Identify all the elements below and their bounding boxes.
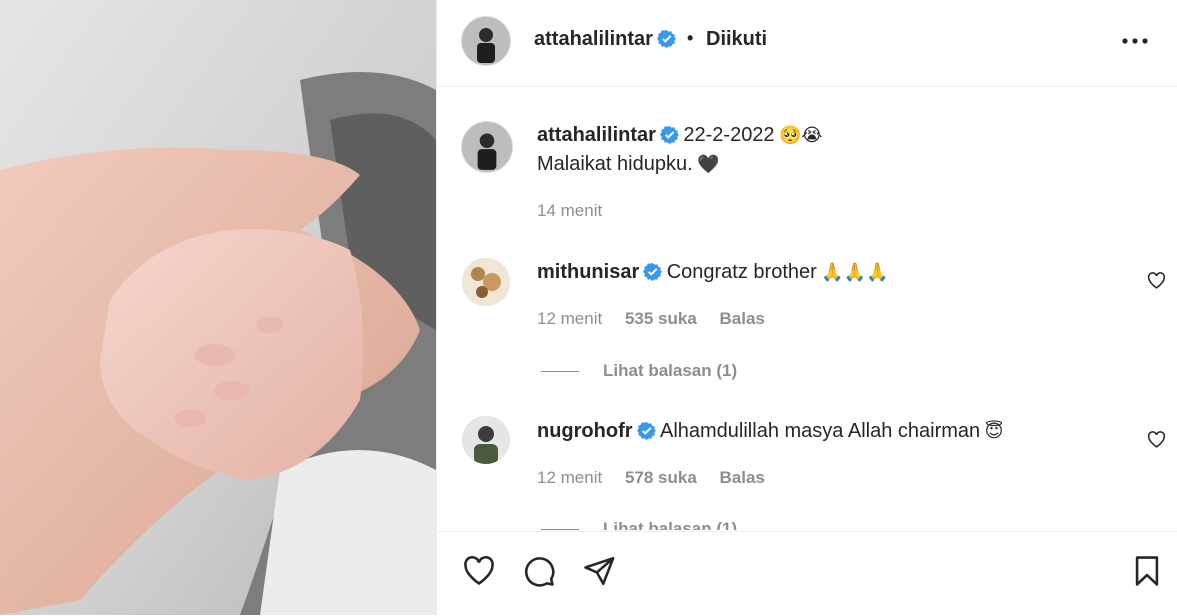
comment-line: mithunisar Congratz brother 🙏🙏🙏 bbox=[537, 261, 888, 284]
post-image bbox=[0, 0, 436, 615]
like-comment-heart-icon[interactable] bbox=[1147, 431, 1166, 448]
comment-timestamp[interactable]: 12 menit bbox=[537, 468, 602, 487]
comment-author-username[interactable]: mithunisar bbox=[537, 261, 639, 283]
author-username[interactable]: attahalilintar bbox=[534, 28, 653, 50]
comment-emoji: 😇 bbox=[984, 421, 1004, 442]
caption-text: Malaikat hidupku. bbox=[537, 153, 693, 175]
comment-meta: 12 menit 578 suka Balas bbox=[537, 468, 783, 488]
replies-divider bbox=[541, 529, 579, 530]
comment-avatar[interactable] bbox=[462, 416, 510, 464]
comment-line: nugrohofr Alhamdulillah masya Allah chai… bbox=[537, 420, 1003, 443]
comment-emoji: 🙏🙏🙏 bbox=[821, 262, 889, 283]
caption-author-avatar[interactable] bbox=[462, 122, 512, 172]
post-action-bar bbox=[437, 531, 1177, 616]
view-replies-label: Lihat balasan (1) bbox=[603, 519, 738, 530]
comment-reply-button[interactable]: Balas bbox=[720, 309, 765, 328]
replies-divider bbox=[541, 371, 579, 373]
caption-timestamp[interactable]: 14 menit bbox=[537, 201, 602, 220]
caption-line: Malaikat hidupku. 🖤 bbox=[537, 153, 720, 176]
caption-emoji: 🥺😭 bbox=[779, 125, 823, 146]
view-replies-label: Lihat balasan (1) bbox=[603, 361, 738, 380]
comment-text: Congratz brother bbox=[666, 261, 817, 283]
comment-likes[interactable]: 578 suka bbox=[625, 468, 697, 487]
more-options-icon[interactable] bbox=[1121, 34, 1149, 48]
comment-likes[interactable]: 535 suka bbox=[625, 309, 697, 328]
comments-list[interactable]: attahalilintar 22-2-2022 🥺😭 Malaikat hid… bbox=[437, 88, 1177, 530]
author-avatar[interactable] bbox=[462, 17, 510, 65]
caption-meta: 14 menit bbox=[537, 201, 620, 221]
comment-timestamp[interactable]: 12 menit bbox=[537, 309, 602, 328]
verified-badge-icon bbox=[656, 29, 676, 48]
comment-text: Alhamdulillah masya Allah chairman bbox=[659, 420, 981, 442]
caption-date: 22-2-2022 bbox=[683, 124, 775, 146]
caption-line: attahalilintar 22-2-2022 🥺😭 bbox=[537, 124, 822, 147]
caption-heart-emoji: 🖤 bbox=[697, 154, 720, 175]
comment-meta: 12 menit 535 suka Balas bbox=[537, 309, 783, 329]
post-header: attahalilintar • Diikuti bbox=[437, 0, 1177, 87]
view-replies-button[interactable]: Lihat balasan (1) bbox=[541, 361, 737, 381]
author-username-link[interactable]: attahalilintar bbox=[534, 28, 676, 51]
heart-icon[interactable] bbox=[462, 554, 496, 588]
bookmark-icon[interactable] bbox=[1130, 554, 1164, 588]
comment-avatar[interactable] bbox=[462, 258, 510, 306]
verified-badge-icon bbox=[659, 125, 679, 144]
share-icon[interactable] bbox=[582, 554, 616, 588]
separator-dot: • bbox=[687, 28, 694, 48]
caption-author-username[interactable]: attahalilintar bbox=[537, 124, 656, 146]
comment-icon[interactable] bbox=[522, 554, 556, 588]
follow-status-button[interactable]: Diikuti bbox=[706, 28, 767, 51]
comment-author-username[interactable]: nugrohofr bbox=[537, 420, 633, 442]
comment-reply-button[interactable]: Balas bbox=[720, 468, 765, 487]
like-comment-heart-icon[interactable] bbox=[1147, 272, 1166, 289]
view-replies-button[interactable]: Lihat balasan (1) bbox=[541, 519, 737, 530]
verified-badge-icon bbox=[636, 421, 656, 440]
verified-badge-icon bbox=[643, 262, 663, 281]
post-detail-panel: attahalilintar • Diikuti attahalilintar … bbox=[436, 0, 1177, 615]
